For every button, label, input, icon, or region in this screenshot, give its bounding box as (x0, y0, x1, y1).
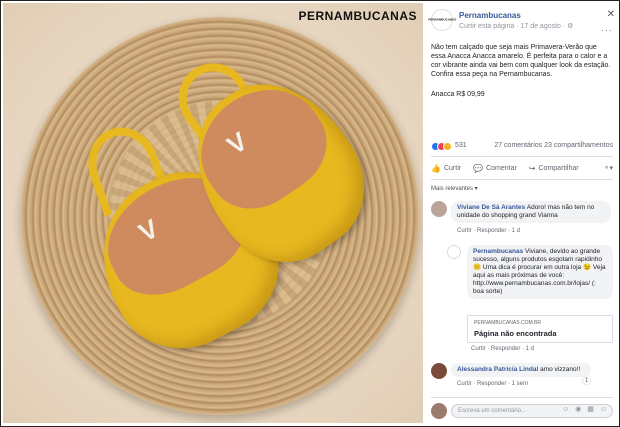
page-avatar-text: PERNAMBUCANAS (428, 18, 457, 22)
share-button[interactable]: ↪ Compartilhar (529, 164, 579, 173)
page-reply-avatar[interactable] (447, 245, 461, 259)
link-preview-card[interactable]: PERNAMBUCANAS.COM.BR Página não encontra… (467, 315, 613, 343)
comment-text: Viviane, devido ao grande sucesso, algun… (473, 248, 606, 295)
comment-bubble: Pernambucanas Viviane, devido ao grande … (467, 245, 613, 299)
composer-icons[interactable]: ☺ ◉ ▦ ☺ (562, 405, 609, 413)
like-label: Curtir (443, 164, 462, 172)
reactions-bar: 531 27 comentários 23 compartilhamentos (431, 141, 613, 153)
reply-item: Pernambucanas Viviane, devido ao grande … (447, 245, 613, 355)
link-title: Página não encontrada (474, 329, 557, 338)
comment-composer: Escreva um comentário... ☺ ◉ ▦ ☺ (431, 403, 613, 419)
comment-item: Alessandra Patricia Lindal amo vizzano!!… (431, 363, 613, 393)
close-icon[interactable]: ✕ (607, 9, 615, 20)
post-viewer: V V PERNAMBUCANAS PERNAMBUCANAS Pernambu… (0, 0, 620, 427)
like-button[interactable]: 👍 Curtir (431, 164, 461, 173)
sort-comments-dropdown[interactable]: Mais relevantes ▾ (431, 185, 478, 192)
avatar[interactable] (431, 201, 447, 217)
comment-actions[interactable]: Curtir · Responder · 1 d (457, 228, 520, 234)
like-icon: 👍 (431, 163, 441, 173)
user-avatar (431, 403, 447, 419)
comment-text: amo vizzano!! (538, 366, 581, 373)
comment-author[interactable]: Alessandra Patricia Lindal (457, 366, 538, 373)
share-icon: ↪ (528, 163, 536, 173)
comment-item: Viviane De Sá Arantes Adoro! mas não tem… (431, 201, 613, 235)
comment-author[interactable]: Pernambucanas (473, 248, 523, 255)
post-body-text: Não tem calçado que seja mais Primavera-… (431, 44, 611, 78)
reaction-icons[interactable] (431, 142, 453, 152)
more-options-icon[interactable]: ··· (601, 25, 613, 35)
reaction-count[interactable]: 531 (455, 142, 467, 149)
brand-watermark: PERNAMBUCANAS (298, 9, 417, 23)
comments-shares-count[interactable]: 27 comentários 23 compartilhamentos (494, 142, 613, 149)
comment-bubble: Alessandra Patricia Lindal amo vizzano!! (451, 363, 591, 377)
comment-actions[interactable]: Curtir · Responder · 1 sem (457, 381, 528, 387)
page-name-link[interactable]: Pernambucanas (459, 11, 521, 20)
comment-reaction-count[interactable]: 1 (583, 378, 591, 384)
post-header: PERNAMBUCANAS Pernambucanas Curtir esta … (428, 9, 615, 35)
link-domain: PERNAMBUCANAS.COM.BR (474, 320, 541, 326)
divider (431, 156, 613, 157)
comment-icon: 💬 (473, 163, 484, 173)
comment-button[interactable]: 💬 Comentar (473, 164, 517, 173)
divider (431, 397, 613, 398)
post-photo[interactable]: V V PERNAMBUCANAS (3, 3, 423, 423)
comment-author[interactable]: Viviane De Sá Arantes (457, 204, 525, 211)
post-actions: 👍 Curtir 💬 Comentar ↪ Compartilhar ⚬▾ (431, 159, 613, 177)
avatar[interactable] (431, 363, 447, 379)
comment-actions[interactable]: Curtir · Responder · 1 d (471, 346, 534, 352)
share-label: Compartilhar (538, 164, 579, 172)
page-avatar[interactable]: PERNAMBUCANAS (428, 9, 457, 31)
post-subtitle: Curtir esta página · 17 de agosto · ⚙ (459, 23, 574, 30)
post-panel: PERNAMBUCANAS Pernambucanas Curtir esta … (425, 3, 619, 423)
wow-reaction-icon (443, 142, 452, 151)
post-price-text: Anacca R$ 09,99 (431, 91, 485, 98)
comment-label: Comentar (486, 164, 517, 172)
audience-selector[interactable]: ⚬▾ (604, 164, 613, 172)
comment-bubble: Viviane De Sá Arantes Adoro! mas não tem… (451, 201, 611, 223)
divider (431, 179, 613, 180)
